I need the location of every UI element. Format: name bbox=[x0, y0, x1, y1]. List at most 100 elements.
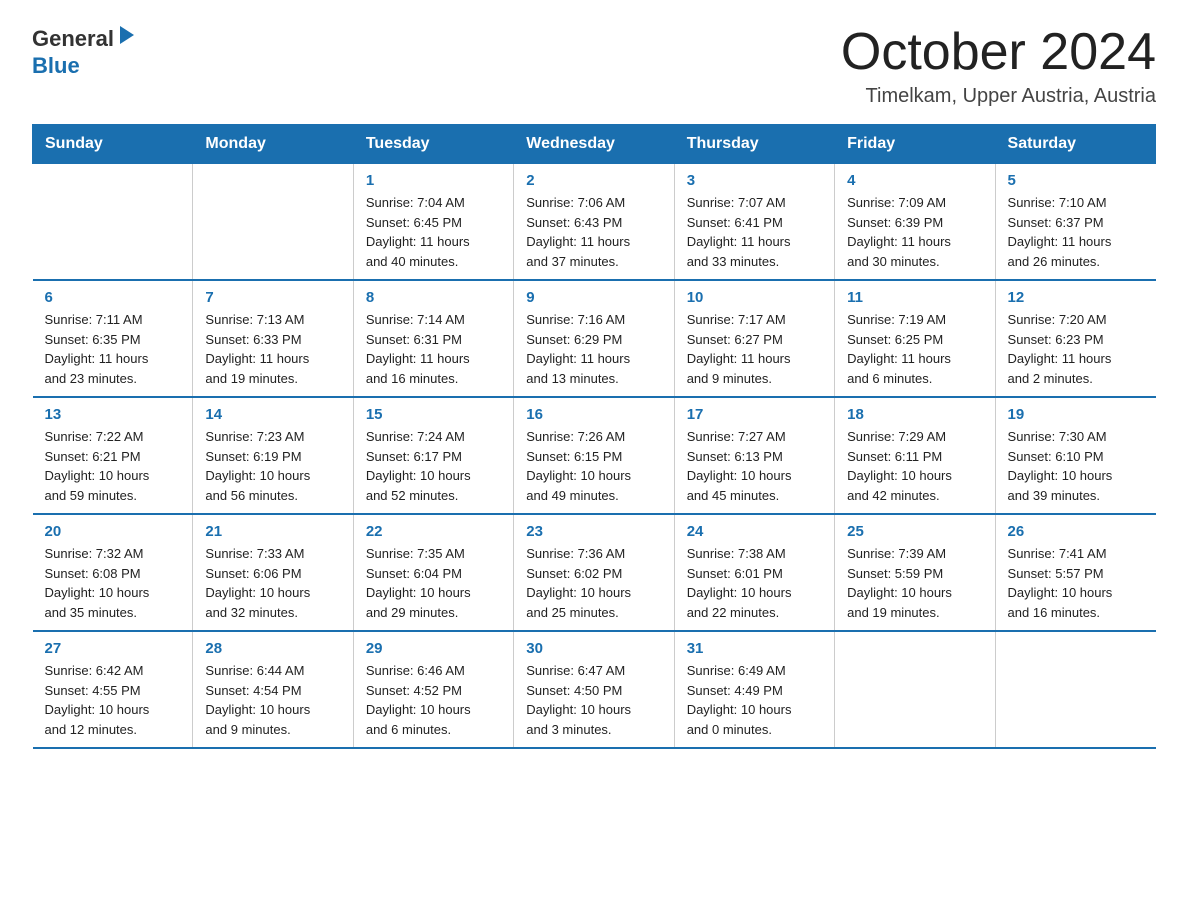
day-info: Sunrise: 7:07 AM Sunset: 6:41 PM Dayligh… bbox=[687, 193, 822, 271]
weekday-header-wednesday: Wednesday bbox=[514, 125, 674, 164]
day-number: 1 bbox=[366, 172, 501, 189]
day-number: 31 bbox=[687, 640, 822, 657]
calendar-week-row: 1 Sunrise: 7:04 AM Sunset: 6:45 PM Daylig… bbox=[33, 164, 1156, 281]
day-number: 20 bbox=[45, 523, 181, 540]
day-info: Sunrise: 7:04 AM Sunset: 6:45 PM Dayligh… bbox=[366, 193, 501, 271]
calendar-day-cell: 23 Sunrise: 7:36 AM Sunset: 6:02 PM Dayli… bbox=[514, 514, 674, 631]
day-number: 2 bbox=[526, 172, 661, 189]
main-title: October 2024 bbox=[841, 24, 1156, 81]
weekday-header-tuesday: Tuesday bbox=[353, 125, 513, 164]
day-info: Sunrise: 7:14 AM Sunset: 6:31 PM Dayligh… bbox=[366, 310, 501, 388]
day-number: 10 bbox=[687, 289, 822, 306]
day-info: Sunrise: 7:09 AM Sunset: 6:39 PM Dayligh… bbox=[847, 193, 982, 271]
day-info: Sunrise: 7:38 AM Sunset: 6:01 PM Dayligh… bbox=[687, 544, 822, 622]
calendar-day-cell: 13Sunrise: 7:22 AM Sunset: 6:21 PM Dayli… bbox=[33, 397, 193, 514]
day-info: Sunrise: 6:46 AM Sunset: 4:52 PM Dayligh… bbox=[366, 661, 501, 739]
calendar-day-cell: 14 Sunrise: 7:23 AM Sunset: 6:19 PM Dayli… bbox=[193, 397, 353, 514]
day-number: 8 bbox=[366, 289, 501, 306]
calendar-table: SundayMondayTuesdayWednesdayThursdayFrid… bbox=[32, 124, 1156, 749]
day-info: Sunrise: 7:20 AM Sunset: 6:23 PM Dayligh… bbox=[1008, 310, 1144, 388]
calendar-day-cell: 31 Sunrise: 6:49 AM Sunset: 4:49 PM Dayli… bbox=[674, 631, 834, 748]
calendar-day-cell: 12 Sunrise: 7:20 AM Sunset: 6:23 PM Dayli… bbox=[995, 280, 1155, 397]
day-number: 4 bbox=[847, 172, 982, 189]
day-number: 28 bbox=[205, 640, 340, 657]
calendar-day-cell: 9Sunrise: 7:16 AM Sunset: 6:29 PM Daylig… bbox=[514, 280, 674, 397]
day-info: Sunrise: 7:10 AM Sunset: 6:37 PM Dayligh… bbox=[1008, 193, 1144, 271]
weekday-header-friday: Friday bbox=[835, 125, 995, 164]
calendar-day-cell: 6 Sunrise: 7:11 AM Sunset: 6:35 PM Daylig… bbox=[33, 280, 193, 397]
day-number: 30 bbox=[526, 640, 661, 657]
day-info: Sunrise: 6:44 AM Sunset: 4:54 PM Dayligh… bbox=[205, 661, 340, 739]
logo-blue-text: Blue bbox=[32, 53, 80, 78]
day-number: 29 bbox=[366, 640, 501, 657]
calendar-day-cell: 26 Sunrise: 7:41 AM Sunset: 5:57 PM Dayli… bbox=[995, 514, 1155, 631]
page-header: General Blue October 2024 Timelkam, Uppe… bbox=[32, 24, 1156, 108]
day-number: 23 bbox=[526, 523, 661, 540]
calendar-week-row: 27 Sunrise: 6:42 AM Sunset: 4:55 PM Dayli… bbox=[33, 631, 1156, 748]
day-info: Sunrise: 7:27 AM Sunset: 6:13 PM Dayligh… bbox=[687, 427, 822, 505]
day-info: Sunrise: 7:26 AM Sunset: 6:15 PM Dayligh… bbox=[526, 427, 661, 505]
day-number: 3 bbox=[687, 172, 822, 189]
calendar-day-cell: 1 Sunrise: 7:04 AM Sunset: 6:45 PM Daylig… bbox=[353, 164, 513, 281]
day-info: Sunrise: 7:33 AM Sunset: 6:06 PM Dayligh… bbox=[205, 544, 340, 622]
day-number: 18 bbox=[847, 406, 982, 423]
calendar-day-cell: 29 Sunrise: 6:46 AM Sunset: 4:52 PM Dayli… bbox=[353, 631, 513, 748]
calendar-day-cell: 28 Sunrise: 6:44 AM Sunset: 4:54 PM Dayli… bbox=[193, 631, 353, 748]
day-number: 9 bbox=[526, 289, 661, 306]
logo: General Blue bbox=[32, 24, 136, 79]
day-info: Sunrise: 7:19 AM Sunset: 6:25 PM Dayligh… bbox=[847, 310, 982, 388]
day-number: 12 bbox=[1008, 289, 1144, 306]
day-info: Sunrise: 7:24 AM Sunset: 6:17 PM Dayligh… bbox=[366, 427, 501, 505]
calendar-day-cell: 22 Sunrise: 7:35 AM Sunset: 6:04 PM Dayli… bbox=[353, 514, 513, 631]
day-info: Sunrise: 7:13 AM Sunset: 6:33 PM Dayligh… bbox=[205, 310, 340, 388]
calendar-day-cell bbox=[193, 164, 353, 281]
calendar-day-cell: 10 Sunrise: 7:17 AM Sunset: 6:27 PM Dayli… bbox=[674, 280, 834, 397]
day-number: 14 bbox=[205, 406, 340, 423]
day-info: Sunrise: 7:23 AM Sunset: 6:19 PM Dayligh… bbox=[205, 427, 340, 505]
day-info: Sunrise: 7:17 AM Sunset: 6:27 PM Dayligh… bbox=[687, 310, 822, 388]
calendar-day-cell: 7 Sunrise: 7:13 AM Sunset: 6:33 PM Daylig… bbox=[193, 280, 353, 397]
day-number: 11 bbox=[847, 289, 982, 306]
calendar-day-cell: 4 Sunrise: 7:09 AM Sunset: 6:39 PM Daylig… bbox=[835, 164, 995, 281]
weekday-header-monday: Monday bbox=[193, 125, 353, 164]
day-info: Sunrise: 7:41 AM Sunset: 5:57 PM Dayligh… bbox=[1008, 544, 1144, 622]
day-info: Sunrise: 7:30 AM Sunset: 6:10 PM Dayligh… bbox=[1008, 427, 1144, 505]
calendar-header-row: SundayMondayTuesdayWednesdayThursdayFrid… bbox=[33, 125, 1156, 164]
calendar-day-cell: 5 Sunrise: 7:10 AM Sunset: 6:37 PM Daylig… bbox=[995, 164, 1155, 281]
day-number: 24 bbox=[687, 523, 822, 540]
calendar-day-cell: 24 Sunrise: 7:38 AM Sunset: 6:01 PM Dayli… bbox=[674, 514, 834, 631]
weekday-header-thursday: Thursday bbox=[674, 125, 834, 164]
day-number: 7 bbox=[205, 289, 340, 306]
day-info: Sunrise: 7:29 AM Sunset: 6:11 PM Dayligh… bbox=[847, 427, 982, 505]
day-info: Sunrise: 6:49 AM Sunset: 4:49 PM Dayligh… bbox=[687, 661, 822, 739]
calendar-day-cell: 25Sunrise: 7:39 AM Sunset: 5:59 PM Dayli… bbox=[835, 514, 995, 631]
day-number: 6 bbox=[45, 289, 181, 306]
day-number: 5 bbox=[1008, 172, 1144, 189]
calendar-day-cell: 30 Sunrise: 6:47 AM Sunset: 4:50 PM Dayli… bbox=[514, 631, 674, 748]
day-info: Sunrise: 7:11 AM Sunset: 6:35 PM Dayligh… bbox=[45, 310, 181, 388]
day-number: 17 bbox=[687, 406, 822, 423]
logo-triangle-icon bbox=[116, 24, 136, 46]
day-number: 21 bbox=[205, 523, 340, 540]
calendar-day-cell: 17 Sunrise: 7:27 AM Sunset: 6:13 PM Dayli… bbox=[674, 397, 834, 514]
calendar-day-cell: 11 Sunrise: 7:19 AM Sunset: 6:25 PM Dayli… bbox=[835, 280, 995, 397]
calendar-day-cell: 20 Sunrise: 7:32 AM Sunset: 6:08 PM Dayli… bbox=[33, 514, 193, 631]
calendar-day-cell bbox=[835, 631, 995, 748]
weekday-header-sunday: Sunday bbox=[33, 125, 193, 164]
day-number: 27 bbox=[45, 640, 181, 657]
calendar-day-cell bbox=[33, 164, 193, 281]
title-block: October 2024 Timelkam, Upper Austria, Au… bbox=[841, 24, 1156, 108]
calendar-day-cell: 19Sunrise: 7:30 AM Sunset: 6:10 PM Dayli… bbox=[995, 397, 1155, 514]
calendar-day-cell: 2Sunrise: 7:06 AM Sunset: 6:43 PM Daylig… bbox=[514, 164, 674, 281]
day-info: Sunrise: 6:47 AM Sunset: 4:50 PM Dayligh… bbox=[526, 661, 661, 739]
day-info: Sunrise: 7:36 AM Sunset: 6:02 PM Dayligh… bbox=[526, 544, 661, 622]
calendar-day-cell: 8 Sunrise: 7:14 AM Sunset: 6:31 PM Daylig… bbox=[353, 280, 513, 397]
day-number: 26 bbox=[1008, 523, 1144, 540]
calendar-week-row: 13Sunrise: 7:22 AM Sunset: 6:21 PM Dayli… bbox=[33, 397, 1156, 514]
day-info: Sunrise: 7:35 AM Sunset: 6:04 PM Dayligh… bbox=[366, 544, 501, 622]
day-info: Sunrise: 7:22 AM Sunset: 6:21 PM Dayligh… bbox=[45, 427, 181, 505]
calendar-day-cell: 3 Sunrise: 7:07 AM Sunset: 6:41 PM Daylig… bbox=[674, 164, 834, 281]
day-info: Sunrise: 7:32 AM Sunset: 6:08 PM Dayligh… bbox=[45, 544, 181, 622]
day-info: Sunrise: 6:42 AM Sunset: 4:55 PM Dayligh… bbox=[45, 661, 181, 739]
day-number: 22 bbox=[366, 523, 501, 540]
